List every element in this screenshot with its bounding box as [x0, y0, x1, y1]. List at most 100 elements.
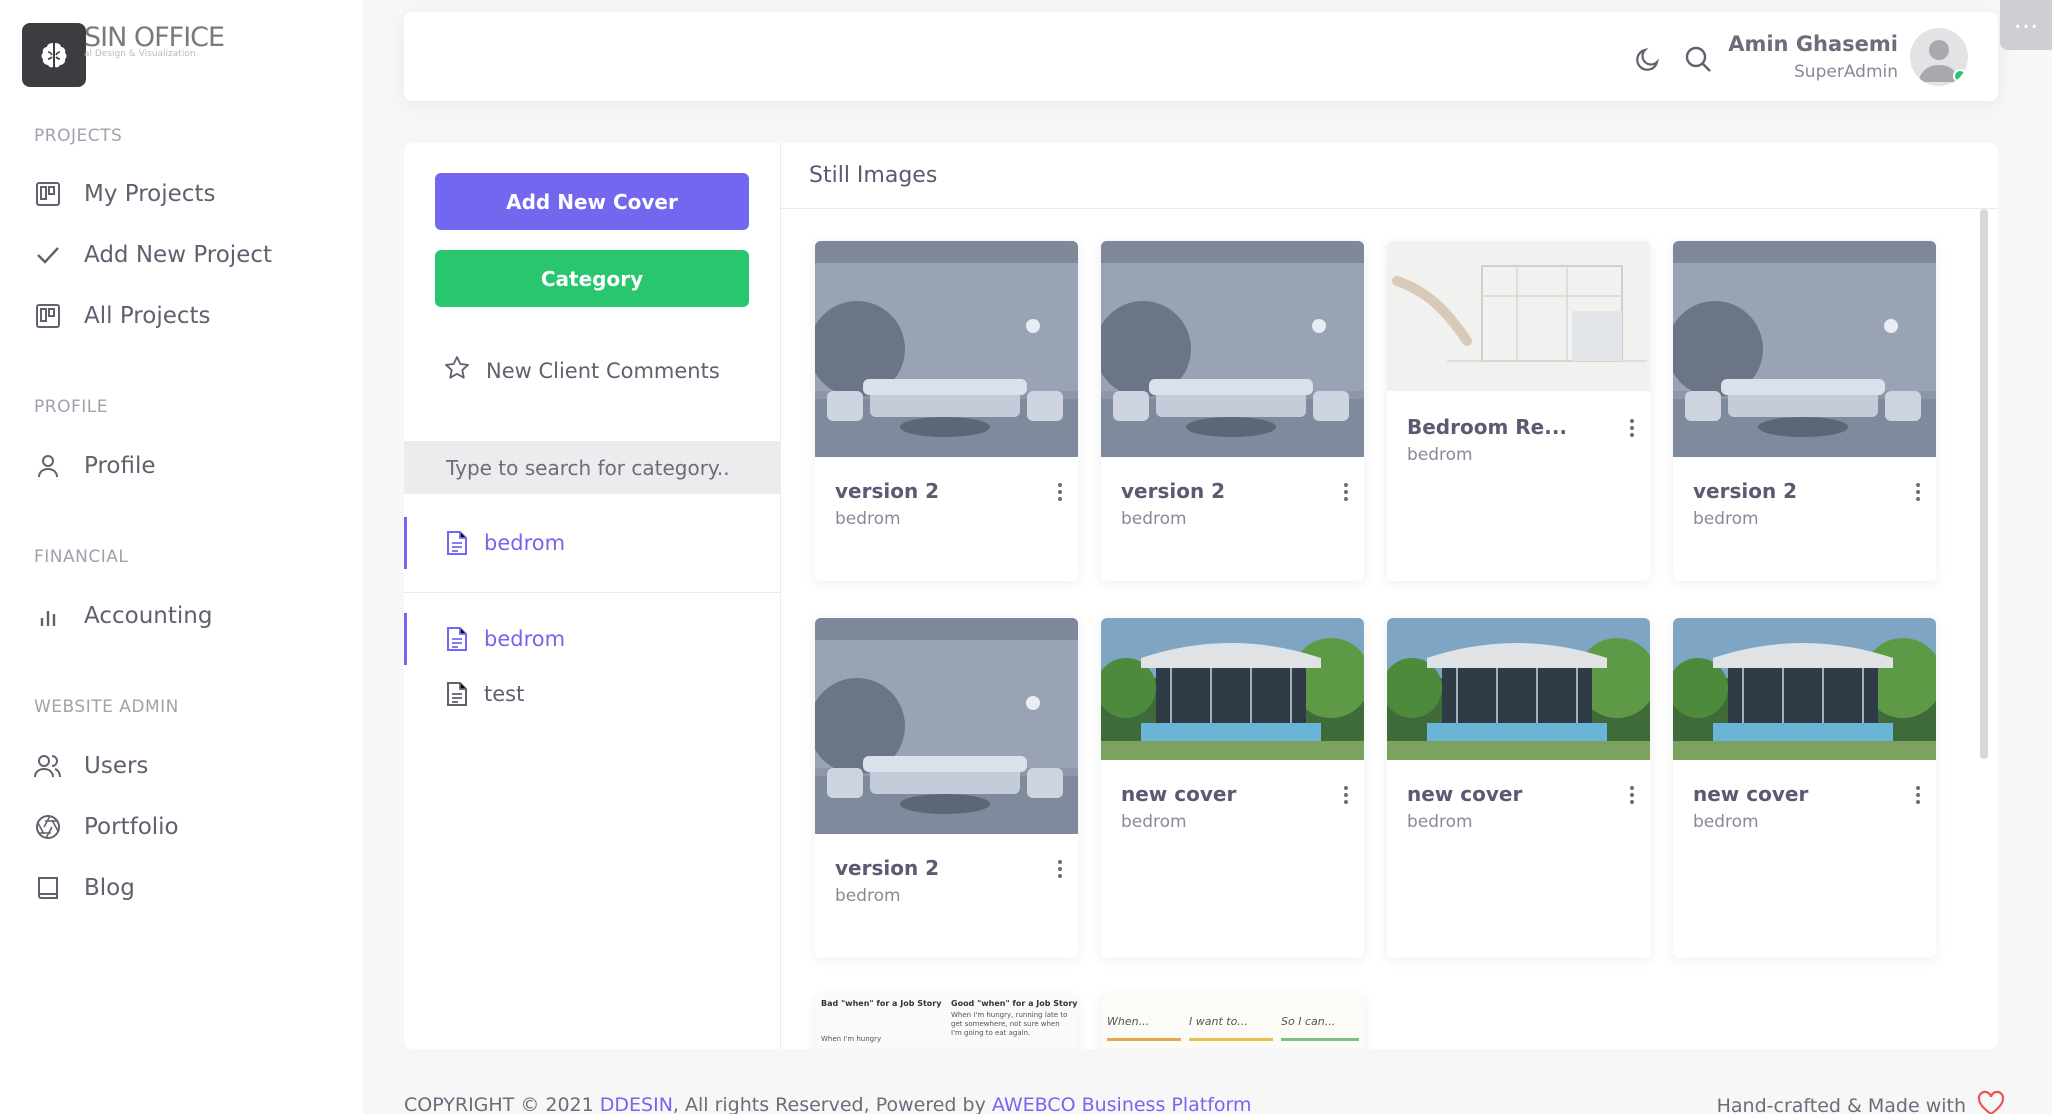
nav-label: Portfolio	[84, 814, 179, 840]
board-icon	[34, 302, 62, 330]
nav-my-projects[interactable]: My Projects	[34, 180, 215, 208]
more-options-button[interactable]: ...	[2000, 0, 2052, 50]
image-card[interactable]: new cover bedrom	[1387, 618, 1650, 958]
card-category: bedrom	[1407, 812, 1473, 832]
card-category: bedrom	[1121, 509, 1187, 529]
nav-add-new-project[interactable]: Add New Project	[34, 241, 272, 269]
kebab-menu-icon[interactable]	[1342, 481, 1350, 503]
job-story-heading-good: Good "when" for a Job Story	[951, 999, 1078, 1008]
category-search-input[interactable]	[404, 441, 781, 494]
add-new-cover-button[interactable]: Add New Cover	[435, 173, 749, 230]
image-card[interactable]: version 2 bedrom	[815, 618, 1078, 958]
category-label: bedrom	[484, 627, 566, 651]
kebab-menu-icon[interactable]	[1628, 417, 1636, 439]
file-icon	[446, 681, 468, 707]
image-card[interactable]: new cover bedrom	[1101, 618, 1364, 958]
still-images-section: Still Images version 2 bedrom version 2 …	[781, 143, 1998, 1049]
card-category: bedrom	[1407, 445, 1473, 465]
book-icon	[34, 874, 62, 902]
user-name[interactable]: Amin Ghasemi	[1728, 32, 1898, 56]
nav-label: All Projects	[84, 303, 211, 329]
nav-accounting[interactable]: Accounting	[34, 602, 212, 630]
image-grid: version 2 bedrom version 2 bedrom Bedroo…	[781, 209, 1998, 1049]
living-room-thumbnail	[815, 241, 1078, 457]
nav-label: Add New Project	[84, 242, 273, 268]
online-status-dot	[1953, 69, 1967, 83]
footer-copyright: COPYRIGHT © 2021 DDESIN, All rights Rese…	[404, 1094, 1252, 1114]
kebab-menu-icon[interactable]	[1342, 784, 1350, 806]
new-client-comments-link[interactable]: New Client Comments	[444, 355, 720, 386]
image-card[interactable]: Bedroom Re... bedrom	[1387, 241, 1650, 581]
kebab-menu-icon[interactable]	[1056, 858, 1064, 880]
main-panel: Add New Cover Category New Client Commen…	[404, 143, 1998, 1049]
section-title-profile: PROFILE	[34, 397, 108, 417]
villa-thumbnail	[1673, 618, 1936, 760]
aperture-icon	[34, 813, 62, 841]
top-navbar: Amin Ghasemi SuperAdmin	[404, 12, 1998, 101]
job-story-when: When...	[1107, 1015, 1181, 1041]
category-button[interactable]: Category	[435, 250, 749, 307]
card-title: new cover	[1121, 782, 1237, 806]
card-title: version 2	[1121, 479, 1226, 503]
platform-link[interactable]: AWEBCO Business Platform	[992, 1094, 1252, 1114]
nav-label: Accounting	[84, 603, 213, 629]
image-card[interactable]: new cover bedrom	[1673, 618, 1936, 958]
search-icon[interactable]	[1683, 44, 1713, 74]
category-item-test[interactable]: test	[404, 668, 781, 720]
file-icon	[446, 530, 468, 556]
image-card[interactable]: version 2 bedrom	[1101, 241, 1364, 581]
brand-tagline: al Design & Visualization	[84, 49, 196, 59]
rights-text: , All rights Reserved, Powered by	[672, 1094, 992, 1114]
file-icon	[446, 626, 468, 652]
card-category: bedrom	[1121, 812, 1187, 832]
scrollbar-thumb[interactable]	[1980, 209, 1988, 759]
nav-portfolio[interactable]: Portfolio	[34, 813, 179, 841]
kebab-menu-icon[interactable]	[1056, 481, 1064, 503]
image-card[interactable]: When... I want to... So I can...	[1101, 995, 1364, 1049]
section-title-website-admin: WEBSITE ADMIN	[34, 697, 179, 717]
image-card[interactable]: version 2 bedrom	[1673, 241, 1936, 581]
section-title-projects: PROJECTS	[34, 126, 123, 146]
card-title: version 2	[1693, 479, 1798, 503]
image-card[interactable]: Bad "when" for a Job Story Good "when" f…	[815, 995, 1078, 1049]
footer-made-with: Hand-crafted & Made with	[1717, 1090, 2006, 1114]
card-title: new cover	[1693, 782, 1809, 806]
made-with-text: Hand-crafted & Made with	[1716, 1094, 1966, 1114]
living-room-thumbnail	[1101, 241, 1364, 457]
living-room-thumbnail	[1673, 241, 1936, 457]
nav-label: Blog	[84, 875, 135, 901]
villa-thumbnail	[1387, 618, 1650, 760]
user-role: SuperAdmin	[1794, 62, 1898, 82]
moon-icon[interactable]	[1633, 44, 1663, 74]
section-title-financial: FINANCIAL	[34, 547, 129, 567]
image-card[interactable]: version 2 bedrom	[815, 241, 1078, 581]
kebab-menu-icon[interactable]	[1914, 784, 1922, 806]
villa-thumbnail	[1101, 618, 1364, 760]
category-label: test	[484, 682, 525, 706]
kebab-menu-icon[interactable]	[1628, 784, 1636, 806]
brand-link[interactable]: DDESIN	[600, 1094, 673, 1114]
brain-logo-icon[interactable]	[22, 23, 86, 87]
card-category: bedrom	[1693, 509, 1759, 529]
job-story-heading-bad: Bad "when" for a Job Story	[821, 999, 942, 1008]
section-title: Still Images	[809, 163, 938, 188]
avatar[interactable]	[1910, 28, 1968, 86]
comments-label: New Client Comments	[486, 358, 720, 383]
nav-profile[interactable]: Profile	[34, 452, 156, 480]
job-story-note-bad: When I'm hungry	[821, 1035, 882, 1043]
category-item-bedrom[interactable]: bedrom	[404, 517, 781, 569]
nav-users[interactable]: Users	[34, 752, 148, 780]
nav-all-projects[interactable]: All Projects	[34, 302, 211, 330]
card-category: bedrom	[835, 509, 901, 529]
job-story-want: I want to...	[1189, 1015, 1273, 1041]
category-item-bedrom[interactable]: bedrom	[404, 613, 781, 665]
nav-label: Profile	[84, 453, 156, 479]
job-story-so: So I can...	[1281, 1015, 1359, 1041]
card-title: version 2	[835, 856, 940, 880]
nav-blog[interactable]: Blog	[34, 874, 135, 902]
bar-chart-icon	[34, 602, 62, 630]
card-category: bedrom	[835, 886, 901, 906]
nav-label: Users	[84, 753, 149, 779]
kebab-menu-icon[interactable]	[1914, 481, 1922, 503]
copyright-text: COPYRIGHT © 2021	[404, 1094, 600, 1114]
